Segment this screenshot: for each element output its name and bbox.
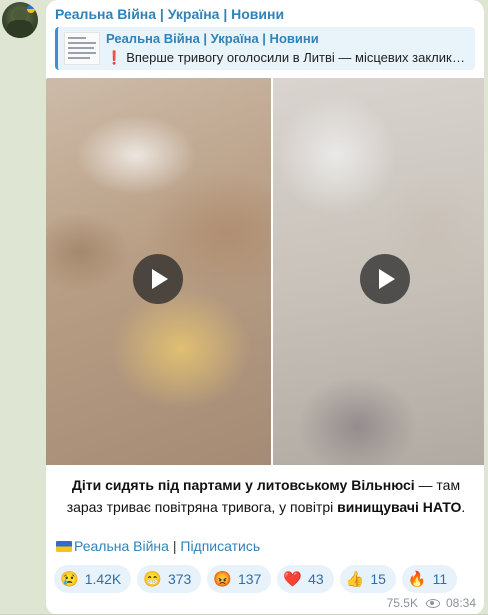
reaction-crying[interactable]: 😢 1.42K [54,565,132,593]
reaction-heart[interactable]: ❤️ 43 [277,565,334,593]
eye-icon [425,598,440,608]
reaction-count: 137 [238,571,262,587]
ukraine-flag-icon [56,541,72,552]
signature-separator: | [168,538,181,554]
thumb-line [68,52,96,54]
subscribe-link[interactable]: Підписатись [180,538,260,554]
thumb-line [68,37,86,39]
reply-thumbnail [64,32,100,65]
channel-signature: Реальна Війна | Підписатись [56,538,260,554]
message-caption: Діти сидять під партами у литовському Ві… [56,474,476,518]
reaction-count: 15 [370,571,386,587]
exclamation-icon: ❗ [106,50,123,65]
caption-bold-2: винищувачі НАТО [337,499,462,515]
reply-preview[interactable]: Реальна Війна | Україна | Новини ❗ Вперше… [55,27,475,70]
caption-text-2: . [461,499,466,515]
thumb-line [68,42,96,44]
crying-face-icon: 😢 [60,570,79,588]
message-time: 08:34 [445,596,476,610]
caption-bold-1: Діти сидять під партами у литовському Ві… [71,477,415,493]
channel-avatar[interactable] [2,2,38,38]
reaction-angry[interactable]: 😡 137 [207,565,272,593]
video-right[interactable] [273,78,484,465]
thumb-line [68,47,94,49]
reaction-grinning[interactable]: 😁 373 [137,565,202,593]
reaction-fire[interactable]: 🔥 11 [401,565,458,593]
message-bubble: Реальна Війна | Україна | Новини Реальна… [46,0,484,615]
reaction-count: 1.42K [84,571,122,587]
view-count: 75.5K [386,596,418,610]
thumb-line [68,57,90,59]
video-left[interactable] [46,78,271,465]
play-icon[interactable] [360,254,410,304]
fire-icon: 🔥 [407,570,427,588]
heart-icon: ❤️ [283,570,303,588]
message-meta: 75.5K 08:34 [387,596,476,610]
reaction-thumbs-up[interactable]: 👍 15 [339,565,396,593]
avatar-flag-icon [27,5,35,13]
reply-text: ❗ Вперше тривогу оголосили в Литві — місц… [106,50,470,66]
reactions-bar: 😢 1.42K 😁 373 😡 137 ❤️ 43 👍 15 🔥 11 [54,565,458,593]
reply-title: Реальна Війна | Україна | Новини [106,31,319,46]
reaction-count: 11 [432,571,448,587]
channel-link[interactable]: Реальна Війна [74,538,169,554]
grinning-face-icon: 😁 [143,570,162,588]
play-icon[interactable] [133,254,183,304]
avatar-soldier-body [7,20,33,38]
thumbs-up-icon: 👍 [345,570,365,588]
reaction-count: 373 [167,571,192,587]
reaction-count: 43 [308,571,324,587]
channel-title[interactable]: Реальна Війна | Україна | Новини [55,6,284,22]
angry-face-icon: 😡 [213,570,233,588]
reply-text-content: Вперше тривогу оголосили в Литві — місце… [126,50,470,65]
